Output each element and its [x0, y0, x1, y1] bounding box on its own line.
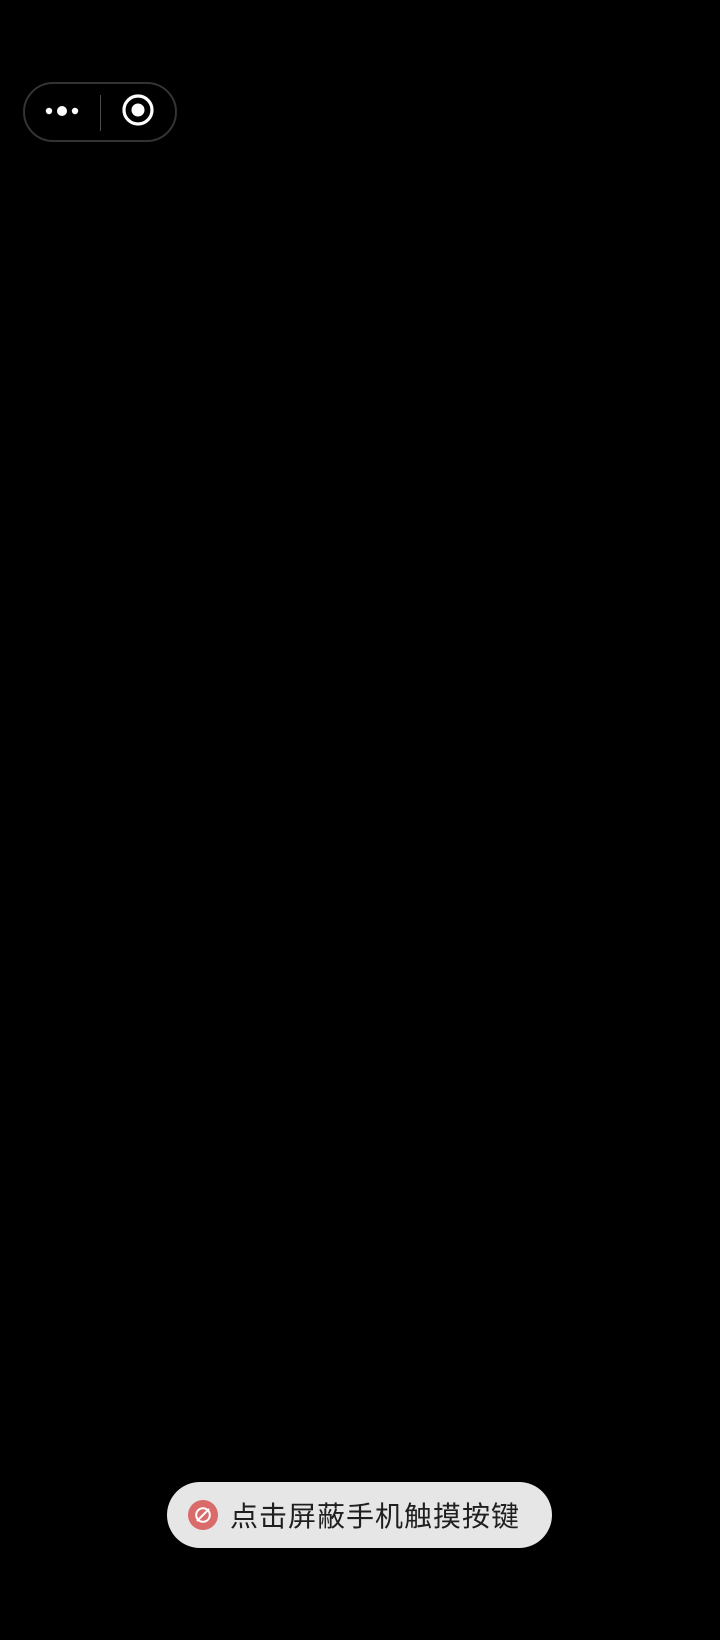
target-circle-icon — [121, 93, 155, 131]
mini-program-capsule — [23, 82, 177, 142]
close-button[interactable] — [101, 84, 175, 140]
more-button[interactable] — [25, 84, 99, 140]
toast-notification[interactable]: 点击屏蔽手机触摸按键 — [167, 1482, 552, 1548]
toast-text: 点击屏蔽手机触摸按键 — [230, 1500, 521, 1533]
block-icon — [188, 1500, 218, 1530]
more-dots-icon — [44, 103, 80, 122]
